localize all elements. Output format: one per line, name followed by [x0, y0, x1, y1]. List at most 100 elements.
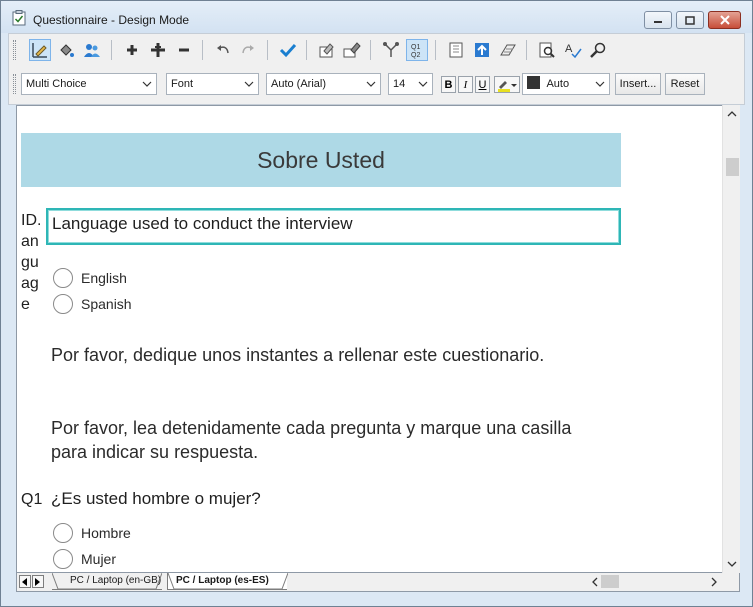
toolbar-separator — [526, 40, 527, 60]
design-mode-button[interactable] — [29, 39, 51, 61]
scroll-down-button[interactable] — [723, 555, 741, 573]
chevron-down-icon — [595, 81, 605, 87]
radio-button[interactable] — [53, 549, 73, 569]
italic-button[interactable]: I — [458, 76, 473, 93]
publish-icon — [343, 42, 361, 58]
question-id-line: ID. — [21, 212, 42, 229]
radio-option-mujer[interactable]: Mujer — [53, 548, 116, 570]
font-size-select[interactable]: 14 — [388, 73, 433, 95]
font-selector-select[interactable]: Font — [166, 73, 259, 95]
question-text-q1[interactable]: ¿Es usted hombre o mujer? — [51, 489, 261, 509]
undo-button[interactable] — [212, 39, 234, 61]
fill-color-button[interactable] — [55, 39, 77, 61]
window-title: Questionnaire - Design Mode — [33, 13, 190, 27]
add-button[interactable] — [121, 39, 143, 61]
toolbar-grip[interactable] — [13, 74, 16, 94]
scroll-thumb[interactable] — [726, 158, 739, 176]
minimize-icon — [645, 12, 671, 28]
clipboard-icon — [12, 10, 26, 26]
radio-button[interactable] — [53, 523, 73, 543]
numbering-icon: Q1Q2 — [411, 44, 420, 59]
design-mode-icon — [32, 43, 47, 58]
routing-button[interactable] — [380, 39, 402, 61]
intro-text-1[interactable]: Por favor, dedique unos instantes a rell… — [51, 343, 611, 367]
questionnaire-canvas[interactable]: Sobre Usted ID. an gu ag e Language used… — [16, 105, 740, 573]
insert-button[interactable]: Insert... — [615, 73, 661, 95]
publish-button[interactable] — [341, 39, 363, 61]
version-tab-strip: PC / Laptop (en-GB) PC / Laptop (es-ES) — [16, 573, 740, 592]
chevron-left-icon[interactable] — [591, 577, 599, 587]
layout-button[interactable] — [445, 39, 467, 61]
underline-button[interactable]: U — [475, 76, 490, 93]
add-multiple-button[interactable] — [147, 39, 169, 61]
radio-label: Mujer — [81, 551, 117, 567]
scroll-up-button[interactable] — [723, 105, 741, 123]
close-button[interactable] — [708, 11, 741, 29]
highlight-icon — [498, 80, 517, 92]
question-id-line: ag — [21, 275, 39, 292]
horizontal-scrollbar[interactable] — [589, 574, 739, 590]
toolbar-separator — [306, 40, 307, 60]
section-heading[interactable]: Sobre Usted — [21, 133, 621, 187]
remove-button[interactable] — [173, 39, 195, 61]
radio-button[interactable] — [53, 268, 73, 288]
numbering-button[interactable]: Q1 Q2 — [406, 39, 428, 61]
radio-option-hombre[interactable]: Hombre — [53, 522, 131, 544]
reset-button[interactable]: Reset — [665, 73, 705, 95]
upload-button[interactable] — [471, 39, 493, 61]
chevron-down-icon — [418, 81, 428, 87]
add-icon — [127, 45, 137, 55]
toolbar-separator — [111, 40, 112, 60]
tab-prev-button[interactable] — [19, 575, 31, 588]
tab-pc-laptop-en-gb[interactable]: PC / Laptop (en-GB) — [52, 573, 162, 590]
format-toolbar: Multi Choice Font Auto (Arial) 14 B I U — [9, 68, 744, 102]
chevron-right-icon[interactable] — [710, 577, 718, 587]
bold-button[interactable]: B — [441, 76, 456, 93]
spellcheck-button[interactable]: A — [562, 39, 584, 61]
close-icon — [709, 12, 740, 28]
add-multiple-icon — [151, 43, 165, 57]
tab-label: PC / Laptop (es-ES) — [176, 575, 269, 586]
font-selector-value: Font — [171, 78, 194, 90]
horizontal-scroll-thumb[interactable] — [601, 575, 619, 588]
font-name-select[interactable]: Auto (Arial) — [266, 73, 381, 95]
styles-button[interactable] — [497, 39, 519, 61]
styles-icon — [500, 44, 516, 56]
properties-icon — [319, 43, 334, 58]
redo-icon — [242, 45, 254, 54]
tab-pc-laptop-es-es[interactable]: PC / Laptop (es-ES) — [167, 573, 288, 590]
question-type-select[interactable]: Multi Choice — [21, 73, 157, 95]
intro-text-2[interactable]: Por favor, lea detenidamente cada pregun… — [51, 416, 611, 464]
fill-color-icon — [60, 44, 74, 57]
chevron-up-icon — [727, 111, 737, 117]
preview-button[interactable] — [536, 39, 558, 61]
tab-next-button[interactable] — [32, 575, 44, 588]
text-color-value: Auto — [546, 78, 570, 90]
text-color-swatch — [527, 76, 540, 89]
respondents-icon — [84, 44, 100, 57]
radio-option-english[interactable]: English — [53, 267, 127, 289]
find-button[interactable] — [587, 39, 609, 61]
question-text-editor[interactable]: Language used to conduct the interview — [46, 208, 621, 245]
toolbar-grip[interactable] — [13, 40, 16, 60]
properties-button[interactable] — [316, 39, 338, 61]
title-bar: Questionnaire - Design Mode — [1, 1, 752, 33]
svg-text:A: A — [565, 43, 573, 55]
redo-button[interactable] — [237, 39, 259, 61]
text-color-select[interactable]: Auto — [522, 73, 610, 95]
tab-label: PC / Laptop (en-GB) — [70, 575, 162, 586]
radio-label: Hombre — [81, 525, 131, 541]
toolbar-separator — [370, 40, 371, 60]
maximize-button[interactable] — [676, 11, 704, 29]
radio-option-spanish[interactable]: Spanish — [53, 293, 132, 315]
highlight-color-button[interactable] — [494, 76, 520, 93]
respondents-button[interactable] — [81, 39, 103, 61]
radio-label: English — [81, 270, 127, 286]
question-id-line: e — [21, 296, 30, 313]
validate-button[interactable] — [277, 39, 299, 61]
radio-button[interactable] — [53, 294, 73, 314]
question-type-value: Multi Choice — [26, 78, 87, 90]
vertical-scrollbar[interactable] — [722, 105, 740, 573]
minimize-button[interactable] — [644, 11, 672, 29]
maximize-icon — [677, 12, 703, 28]
